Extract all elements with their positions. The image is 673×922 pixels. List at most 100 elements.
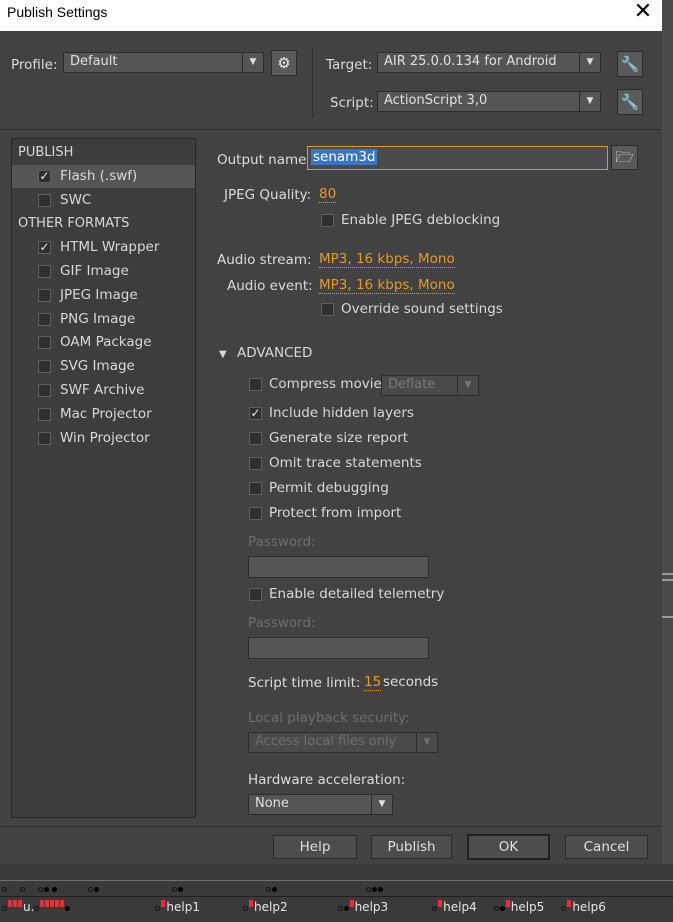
chevron-down-icon: ▼ — [416, 733, 437, 752]
checkbox[interactable] — [249, 432, 262, 445]
format-item-png[interactable]: PNG Image — [12, 308, 195, 331]
format-item-swf-archive[interactable]: SWF Archive — [12, 379, 195, 402]
format-item-svg[interactable]: SVG Image — [12, 355, 195, 378]
format-label: HTML Wrapper — [60, 239, 160, 255]
checkbox[interactable] — [38, 194, 51, 207]
wrench-icon[interactable]: 🔧 — [617, 51, 643, 77]
publish-button[interactable]: Publish — [371, 835, 452, 859]
target-select[interactable]: AIR 25.0.0.134 for Android ▼ — [377, 52, 601, 73]
profile-value: Default — [70, 54, 118, 69]
checkbox[interactable] — [38, 384, 51, 397]
cancel-button[interactable]: Cancel — [565, 835, 648, 859]
option-label: Protect from import — [269, 505, 402, 521]
chevron-down-icon: ▼ — [371, 795, 392, 814]
compress-method-select[interactable]: Deflate ▼ — [381, 375, 479, 396]
format-label: SVG Image — [60, 358, 135, 374]
output-name-value: senam3d — [311, 149, 378, 165]
close-icon[interactable]: ✕ — [632, 1, 654, 24]
window-title: Publish Settings — [7, 4, 108, 20]
gear-icon[interactable]: ⚙ — [271, 50, 297, 76]
option-label: Include hidden layers — [269, 405, 414, 421]
format-label: OAM Package — [60, 334, 152, 350]
checkbox[interactable] — [38, 289, 51, 302]
help-button[interactable]: Help — [273, 835, 357, 859]
format-item-gif[interactable]: GIF Image — [12, 260, 195, 283]
checkbox[interactable] — [38, 360, 51, 373]
profile-label: Profile: — [11, 57, 58, 73]
format-item-jpeg[interactable]: JPEG Image — [12, 284, 195, 307]
output-name-input[interactable]: senam3d — [307, 146, 608, 170]
format-item-oam[interactable]: OAM Package — [12, 331, 195, 354]
checkbox[interactable] — [38, 313, 51, 326]
format-label: Win Projector — [60, 430, 150, 446]
checkbox[interactable]: ✓ — [249, 407, 262, 420]
format-label: JPEG Image — [60, 287, 138, 303]
timeline-label: help4 — [443, 900, 477, 914]
wrench-icon[interactable]: 🔧 — [617, 89, 643, 115]
password-input[interactable] — [248, 556, 429, 578]
format-label: Mac Projector — [60, 406, 152, 422]
telemetry-password-input[interactable] — [248, 637, 429, 659]
format-label: PNG Image — [60, 311, 136, 327]
folder-icon[interactable]: 🗁 — [611, 145, 638, 170]
target-label: Target: — [326, 57, 373, 73]
chevron-down-icon: ▼ — [457, 376, 478, 395]
checkbox[interactable] — [249, 378, 262, 391]
checkbox[interactable] — [249, 507, 262, 520]
chevron-down-icon: ▼ — [579, 53, 600, 72]
hw-accel-select[interactable]: None ▼ — [248, 794, 393, 815]
option-label: Generate size report — [269, 430, 409, 446]
checkbox[interactable] — [321, 303, 334, 316]
timeline-label: help5 — [510, 900, 545, 914]
checkbox[interactable] — [321, 214, 334, 227]
checkbox[interactable] — [249, 482, 262, 495]
telemetry-password-label: Password: — [248, 615, 316, 631]
advanced-heading: ADVANCED — [237, 345, 313, 361]
local-playback-select[interactable]: Access local files only ▼ — [248, 732, 438, 753]
timeline-label: help2 — [254, 900, 288, 914]
format-item-flash[interactable]: ✓ Flash (.swf) — [12, 165, 195, 188]
publish-heading: PUBLISH — [18, 145, 74, 160]
option-label: Override sound settings — [341, 301, 503, 317]
checkbox[interactable]: ✓ — [38, 241, 51, 254]
local-playback-value: Access local files only — [255, 734, 397, 749]
timeline-divider — [0, 896, 673, 897]
timeline-label: u. — [23, 900, 35, 914]
audio-event-value[interactable]: MP3, 16 kbps, Mono — [319, 277, 455, 294]
jpeg-quality-value[interactable]: 80 — [319, 186, 337, 203]
checkbox[interactable] — [38, 336, 51, 349]
audio-stream-value[interactable]: MP3, 16 kbps, Mono — [319, 251, 455, 268]
script-time-limit-value[interactable]: 15 — [364, 674, 382, 691]
format-label: GIF Image — [60, 263, 129, 279]
checkbox[interactable] — [38, 265, 51, 278]
hw-accel-value: None — [255, 796, 289, 811]
target-value: AIR 25.0.0.134 for Android — [384, 54, 557, 69]
profile-select[interactable]: Default ▼ — [63, 52, 264, 73]
option-label: Enable JPEG deblocking — [341, 212, 501, 228]
format-item-mac-projector[interactable]: Mac Projector — [12, 403, 195, 426]
chevron-down-icon: ▼ — [579, 92, 600, 111]
script-time-limit-label: Script time limit: — [248, 675, 361, 691]
ok-button[interactable]: OK — [467, 834, 550, 860]
format-item-html[interactable]: ✓ HTML Wrapper — [12, 236, 195, 259]
checkbox[interactable] — [249, 457, 262, 470]
format-item-win-projector[interactable]: Win Projector — [12, 427, 195, 450]
script-select[interactable]: ActionScript 3,0 ▼ — [377, 91, 601, 112]
timeline-labels: u. help1 help2 help3 help4 help5 help6 — [2, 900, 606, 914]
triangle-down-icon: ▼ — [219, 349, 227, 360]
option-label: Enable detailed telemetry — [269, 586, 445, 602]
password-label: Password: — [248, 534, 316, 550]
audio-event-label: Audio event: — [227, 278, 313, 294]
checkbox[interactable] — [249, 588, 262, 601]
option-label: Compress movie — [269, 376, 382, 392]
format-label: SWC — [60, 192, 92, 208]
option-label: Permit debugging — [269, 480, 389, 496]
advanced-toggle[interactable]: ▼ ADVANCED — [219, 345, 312, 361]
checkbox[interactable] — [38, 432, 51, 445]
format-item-swc[interactable]: SWC — [12, 189, 195, 212]
output-name-label: Output name: — [217, 152, 312, 168]
audio-stream-label: Audio stream: — [217, 252, 312, 268]
checkbox[interactable]: ✓ — [38, 170, 51, 183]
local-playback-label: Local playback security: — [248, 710, 410, 726]
checkbox[interactable] — [38, 408, 51, 421]
